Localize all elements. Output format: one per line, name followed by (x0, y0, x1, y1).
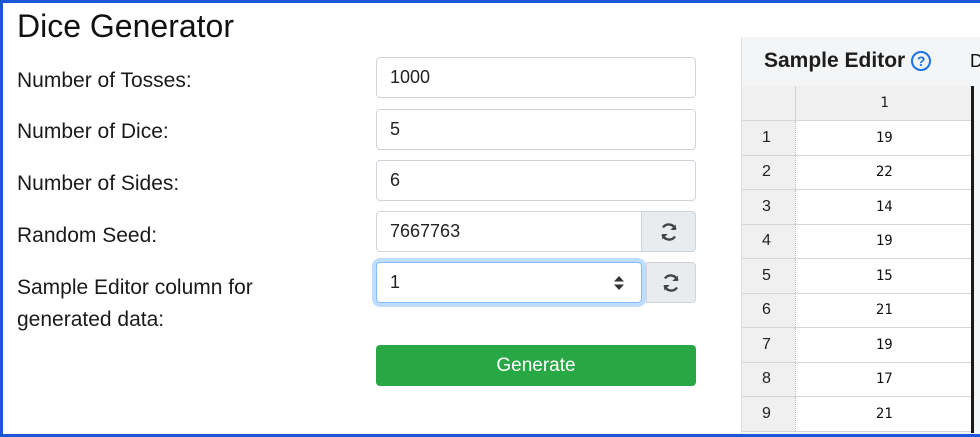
grid-cell[interactable]: 19 (795, 327, 974, 363)
row-header[interactable]: 3 (742, 189, 796, 225)
grid-cell[interactable]: 22 (795, 155, 974, 190)
sample-editor-title: Sample Editor (764, 49, 906, 72)
dice-label: Number of Dice: (17, 120, 169, 143)
help-icon[interactable]: ? (911, 51, 932, 71)
grid-cell[interactable]: 21 (795, 396, 974, 432)
page-title: Dice Generator (17, 8, 234, 44)
grid-scrollbar[interactable] (971, 86, 974, 433)
grid-header-row: 1 (742, 86, 974, 121)
clipped-header-char: D (970, 51, 980, 71)
column-label-line1: Sample Editor column for (17, 276, 253, 299)
table-row: 4 19 (742, 224, 974, 259)
sample-grid: 1 1 19 2 22 3 14 4 19 5 15 6 21 7 19 8 17 9 21 (742, 86, 974, 432)
table-row: 6 21 (742, 293, 974, 328)
chevron-up-down-icon (614, 276, 624, 290)
table-row: 7 19 (742, 327, 974, 363)
seed-group: 7667763 (376, 211, 696, 252)
sample-editor-panel: Sample Editor ? D 1 1 19 2 22 3 14 4 19 5 15 6 21 7 1… (741, 37, 980, 437)
row-header[interactable]: 8 (742, 362, 796, 397)
table-row: 8 17 (742, 362, 974, 397)
grid-cell[interactable]: 21 (795, 293, 974, 328)
grid-cell[interactable]: 14 (795, 189, 974, 225)
seed-label: Random Seed: (17, 224, 158, 247)
grid-corner-cell[interactable] (742, 86, 796, 121)
table-row: 3 14 (742, 189, 974, 225)
sample-editor-header: Sample Editor ? (742, 37, 980, 85)
column-select-group: 1 (376, 262, 696, 303)
row-header[interactable]: 5 (742, 258, 796, 294)
column-refresh-button[interactable] (646, 262, 696, 303)
row-header[interactable]: 7 (742, 327, 796, 363)
column-select[interactable]: 1 (376, 262, 642, 303)
table-row: 2 22 (742, 155, 974, 190)
tosses-input[interactable]: 1000 (376, 57, 696, 98)
seed-input[interactable]: 7667763 (376, 211, 641, 252)
dice-input[interactable]: 5 (376, 109, 696, 150)
table-row: 5 15 (742, 258, 974, 294)
grid-cell[interactable]: 19 (795, 224, 974, 259)
table-row: 9 21 (742, 396, 974, 432)
row-header[interactable]: 4 (742, 224, 796, 259)
generate-button[interactable]: Generate (376, 345, 696, 386)
row-header[interactable]: 1 (742, 120, 796, 156)
refresh-icon (663, 273, 679, 292)
column-select-value: 1 (390, 272, 401, 292)
seed-refresh-button[interactable] (641, 211, 696, 252)
sides-label: Number of Sides: (17, 172, 180, 195)
refresh-icon (660, 222, 677, 241)
tosses-label: Number of Tosses: (17, 69, 192, 92)
column-header[interactable]: 1 (795, 86, 974, 121)
row-header[interactable]: 2 (742, 155, 796, 190)
grid-cell[interactable]: 15 (795, 258, 974, 294)
grid-cell[interactable]: 17 (795, 362, 974, 397)
column-label-line2: generated data: (17, 308, 165, 331)
sides-input[interactable]: 6 (376, 160, 696, 201)
row-header[interactable]: 6 (742, 293, 796, 328)
row-header[interactable]: 9 (742, 396, 796, 432)
grid-cell[interactable]: 19 (795, 120, 974, 156)
table-row: 1 19 (742, 120, 974, 156)
